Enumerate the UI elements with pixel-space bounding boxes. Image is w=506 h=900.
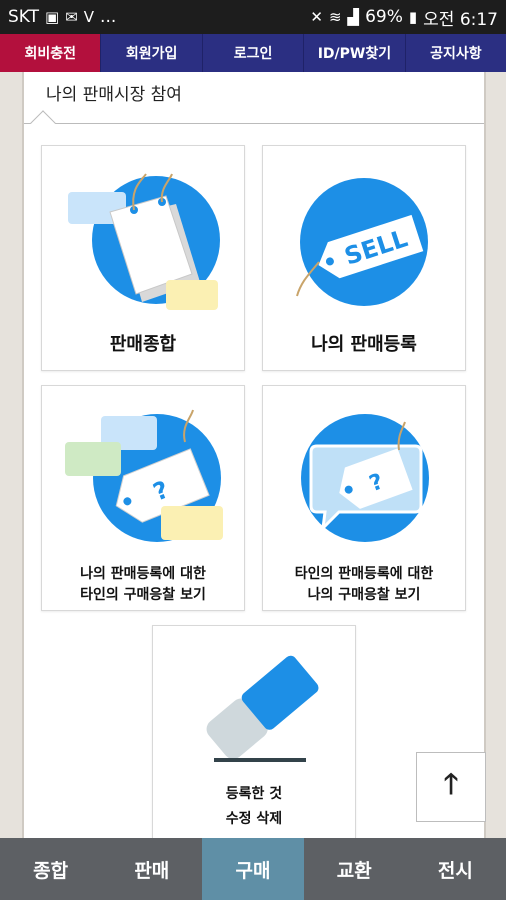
battery-percent: 69% (365, 7, 403, 27)
top-nav-notice[interactable]: 공지사항 (406, 34, 506, 72)
card-label: 나의 판매등록 (311, 334, 417, 355)
bottom-tab-exchange[interactable]: 교환 (304, 838, 405, 900)
status-bar: SKT ▣ ✉ V ... ✕ ≋ ▟ 69% ▮ 오전 6:17 (0, 0, 506, 34)
card-label-line2: 수정 삭제 (225, 811, 283, 827)
card-view-my-bids-on-others[interactable]: ? 타인의 판매등록에 대한 나의 구매응찰 보기 (262, 385, 466, 611)
v-app-icon: V (83, 8, 95, 26)
card-edit-delete[interactable]: 등록한 것 수정 삭제 (152, 625, 356, 838)
question-tag-icon: ? (65, 409, 223, 542)
card-label-line1: 나의 판매등록에 대한 (80, 566, 206, 582)
section-notch (30, 110, 56, 136)
card-view-bids-on-my-sales[interactable]: ? 나의 판매등록에 대한 타인의 구매응찰 보기 (41, 385, 245, 611)
wifi-icon: ≋ (328, 8, 342, 26)
arrow-up-icon: 🡑 (443, 767, 459, 800)
card-sales-summary[interactable]: 판매종합 (41, 145, 245, 371)
section-title: 나의 판매시장 참여 (46, 85, 182, 105)
mute-icon: ✕ (310, 8, 323, 26)
signal-icon: ▟ (347, 8, 360, 26)
top-nav-find-id-pw[interactable]: ID/PW찾기 (304, 34, 406, 72)
section-header: 나의 판매시장 참여 (24, 72, 484, 136)
card-label-line1: 타인의 판매등록에 대한 (294, 566, 434, 582)
bottom-tab-sell[interactable]: 판매 (101, 838, 202, 900)
bottom-tab-overview[interactable]: 종합 (0, 838, 101, 900)
bottom-tab-exhibit[interactable]: 전시 (405, 838, 506, 900)
card-label-line2: 나의 구매응찰 보기 (307, 587, 421, 603)
image-icon: ▣ (45, 8, 60, 26)
battery-icon: ▮ (408, 8, 418, 26)
top-nav-signup[interactable]: 회원가입 (101, 34, 203, 72)
eraser-icon (206, 655, 319, 762)
bottom-tab-buy[interactable]: 구매 (202, 838, 304, 900)
top-nav-login[interactable]: 로그인 (203, 34, 305, 72)
card-label: 판매종합 (109, 334, 177, 355)
bottom-nav: 종합 판매 구매 교환 전시 (0, 838, 506, 900)
sell-tag-icon: SELL (296, 178, 428, 306)
clock: 오전 6:17 (423, 9, 498, 30)
top-nav-fee-charge[interactable]: 회비충전 (0, 34, 102, 72)
carrier-label: SKT (8, 7, 40, 27)
card-label-line1: 등록한 것 (225, 786, 283, 802)
status-ellipsis: ... (100, 7, 117, 27)
status-right: ✕ ≋ ▟ 69% ▮ 오전 6:17 (310, 5, 498, 30)
card-my-sales-registration[interactable]: SELL 나의 판매등록 (262, 145, 466, 371)
card-label-line2: 타인의 구매응찰 보기 (80, 587, 206, 603)
top-nav: 회비충전 회원가입 로그인 ID/PW찾기 공지사항 (0, 34, 506, 72)
mail-icon: ✉ (65, 8, 78, 26)
question-chat-icon: ? (301, 414, 429, 542)
price-tag-icon (68, 173, 220, 310)
status-left: SKT ▣ ✉ V ... (8, 7, 116, 27)
scroll-to-top-button[interactable]: 🡑 (416, 752, 486, 822)
main-panel: 나의 판매시장 참여 판매종합 SELL 나의 판매등록 ? 나의 판매등록에 … (22, 72, 486, 838)
